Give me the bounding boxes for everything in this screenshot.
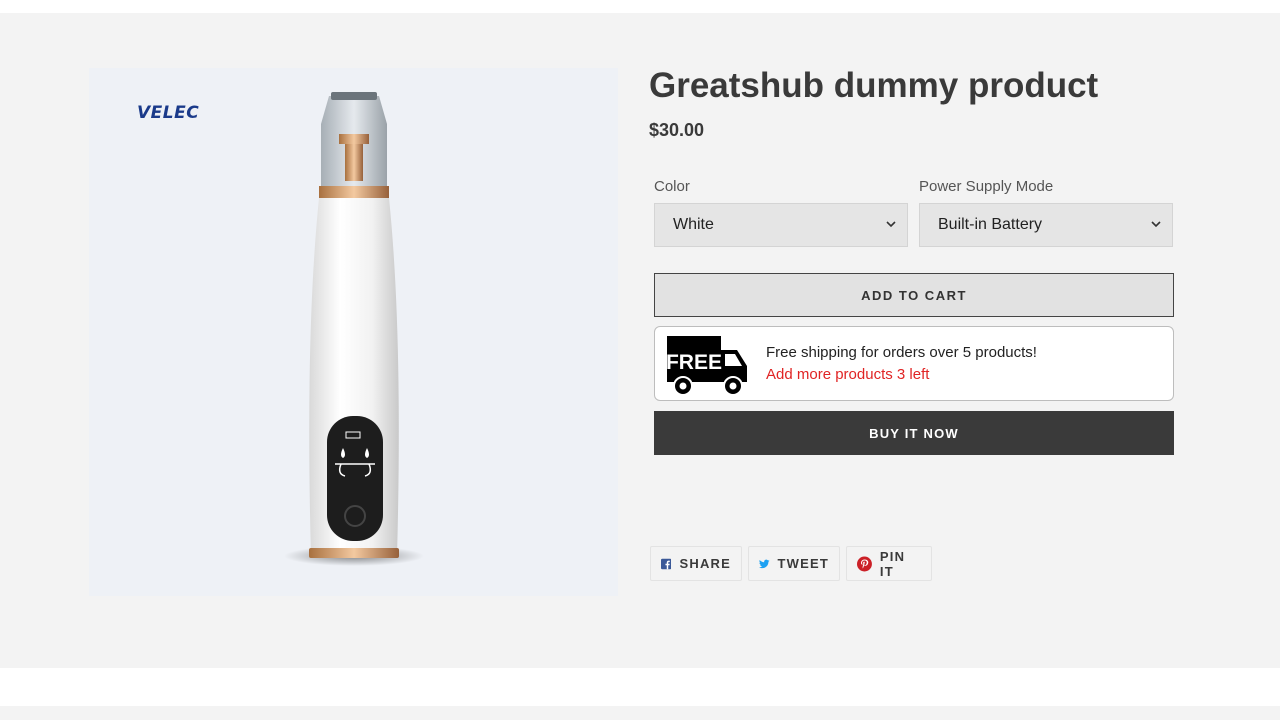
- device-illustration: [284, 92, 424, 566]
- chevron-down-icon: [886, 221, 896, 228]
- share-twitter-button[interactable]: TWEET: [748, 546, 840, 581]
- free-shipping-truck-icon: FREE: [666, 336, 747, 396]
- footer-strip: [0, 706, 1280, 720]
- header-strip: [0, 0, 1280, 13]
- brand-logo: VELEC: [137, 103, 200, 123]
- share-facebook-button[interactable]: SHARE: [650, 546, 742, 581]
- remaining-products-message: Add more products 3 left: [766, 366, 930, 383]
- share-label: SHARE: [679, 556, 731, 571]
- share-pinterest-button[interactable]: PIN IT: [846, 546, 932, 581]
- pinterest-icon: [857, 556, 872, 571]
- color-select[interactable]: White: [654, 203, 908, 247]
- twitter-icon: [759, 559, 770, 568]
- section-divider: [0, 668, 1280, 706]
- product-title: Greatshub dummy product: [649, 66, 1099, 105]
- chevron-down-icon: [1151, 221, 1161, 228]
- add-to-cart-button[interactable]: ADD TO CART: [654, 273, 1174, 317]
- facebook-icon: [661, 558, 672, 569]
- buy-it-now-button[interactable]: BUY IT NOW: [654, 411, 1174, 455]
- tweet-label: TWEET: [777, 556, 829, 571]
- product-image[interactable]: VELEC: [89, 68, 618, 596]
- product-price: $30.00: [649, 120, 705, 140]
- power-supply-select[interactable]: Built-in Battery: [919, 203, 1173, 247]
- pin-it-label: PIN IT: [879, 548, 906, 579]
- color-label: Color: [654, 178, 690, 195]
- free-badge-text: FREE: [666, 351, 722, 374]
- power-supply-select-value: Built-in Battery: [938, 216, 1043, 233]
- free-shipping-notice: FREE Free shipping for orders over 5 pro…: [654, 326, 1174, 401]
- color-select-value: White: [673, 216, 714, 233]
- free-shipping-message: Free shipping for orders over 5 products…: [766, 344, 1037, 361]
- power-supply-label: Power Supply Mode: [919, 178, 1054, 195]
